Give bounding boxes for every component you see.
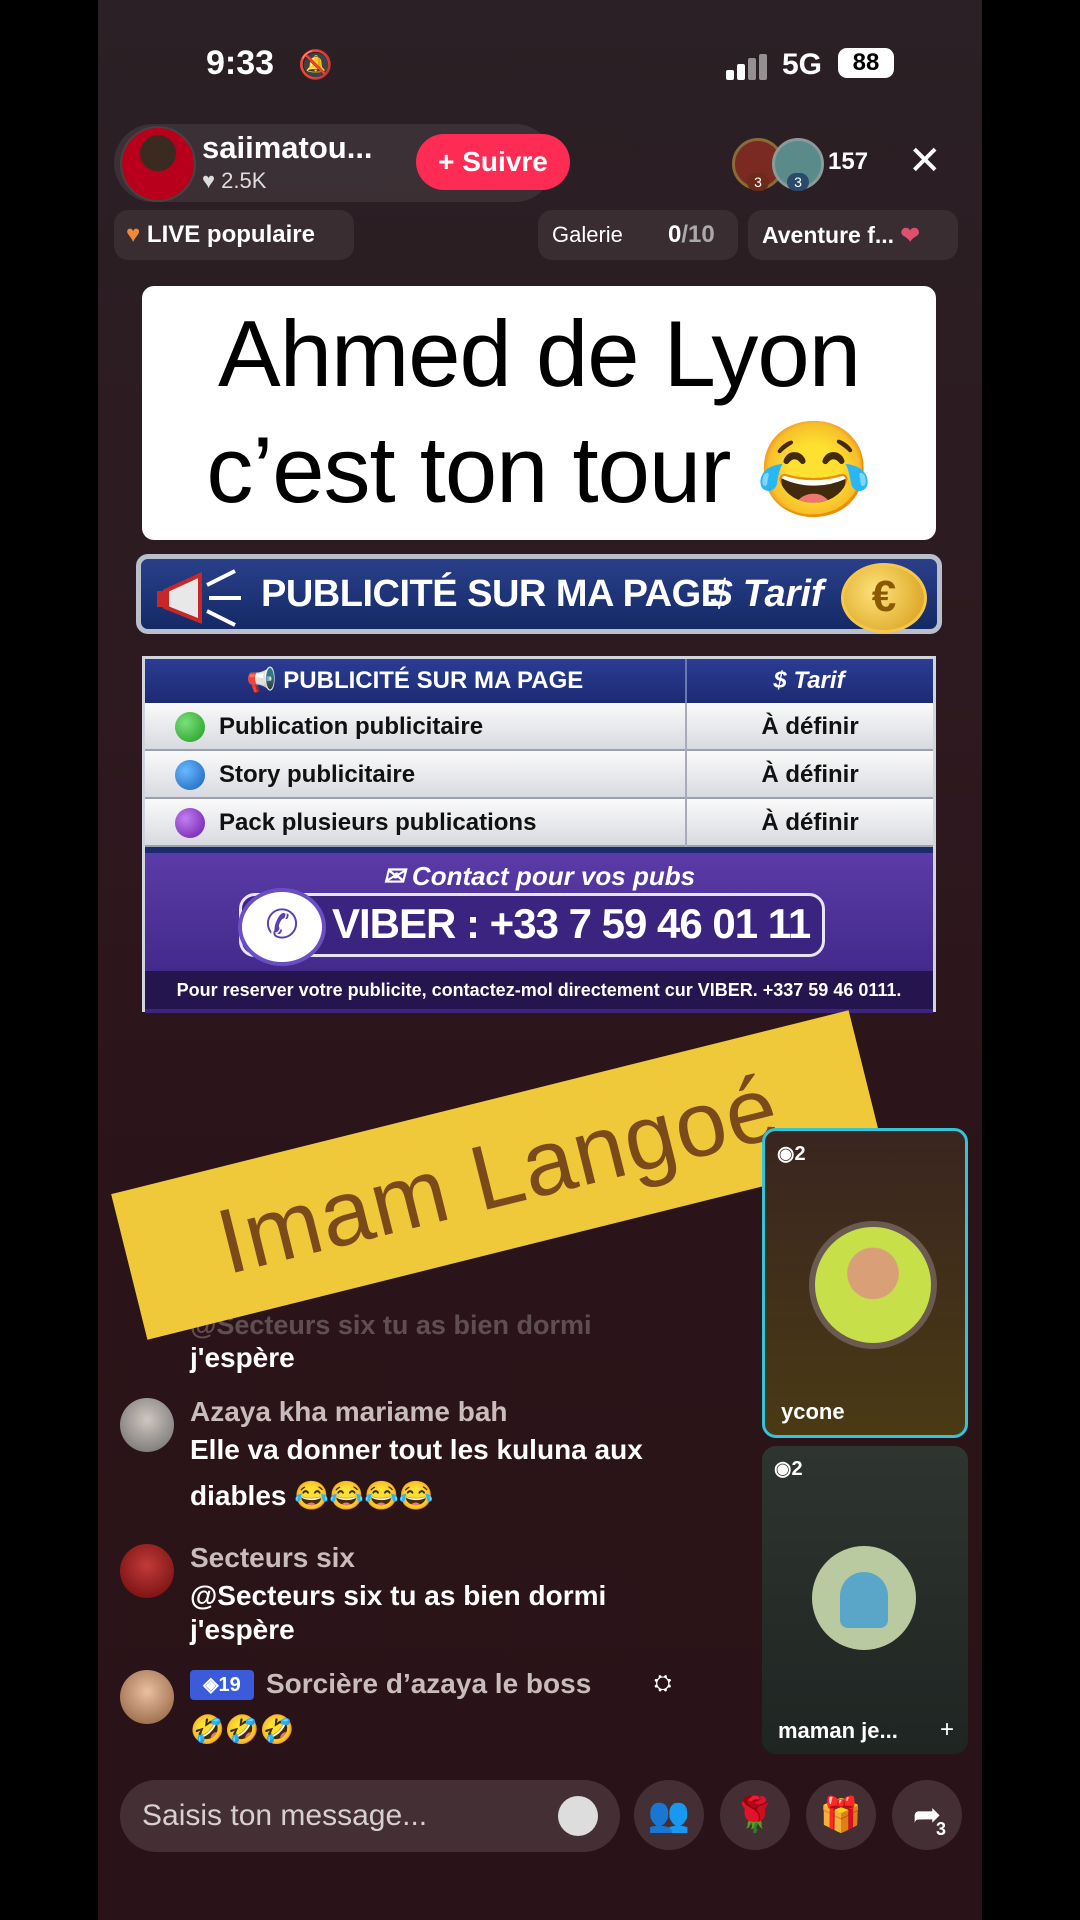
adventure-pill[interactable]: Aventure f... ❤	[748, 210, 958, 260]
adventure-label: Aventure f...	[762, 222, 895, 248]
comment-text: diables 😂😂😂😂	[190, 1480, 434, 1511]
follow-button[interactable]: + Suivre	[416, 134, 570, 190]
guest-card[interactable]: ◉2 ycone	[762, 1128, 968, 1438]
comment-text: 🤣🤣🤣	[190, 1714, 295, 1745]
heart-icon: ♥	[126, 221, 141, 248]
host-name[interactable]: saiimatou...	[202, 130, 373, 166]
row-value: À définir	[685, 799, 933, 847]
commenter-avatar[interactable]	[120, 1398, 174, 1452]
blue-dot-icon	[175, 760, 205, 790]
viewer-rank-badge: 3	[747, 173, 769, 191]
gift-icon[interactable]: 🎁	[806, 1780, 876, 1850]
viber-contact: ✆ VIBER : +33 7 59 46 01 11	[238, 888, 825, 966]
ad-footer-note: Pour reserver votre publicite, contactez…	[145, 971, 933, 1009]
ad-banner-title: PUBLICITÉ SUR MA PAGE	[261, 573, 726, 615]
megaphone-icon	[157, 569, 241, 627]
commenter-name[interactable]: Secteurs six	[190, 1542, 355, 1574]
guest-name: ycone	[781, 1399, 845, 1424]
comment-text: j'espère	[190, 1342, 295, 1373]
viber-phone-icon: ✆	[238, 888, 326, 966]
table-header: 📢 PUBLICITÉ SUR MA PAGE $ Tarif	[145, 659, 933, 703]
caption-overlay: Ahmed de Lyon c’est ton tour 😂	[142, 286, 936, 540]
live-popular-label: LIVE populaire	[146, 221, 315, 248]
ad-banner: PUBLICITÉ SUR MA PAGE $ Tarif €	[136, 554, 942, 634]
network-type: 5G	[782, 48, 823, 81]
guest-card[interactable]: ◉2 maman je... +	[762, 1446, 968, 1754]
guest-level-badge: ◉2	[774, 1458, 803, 1480]
message-input[interactable]: Saisis ton message...	[120, 1780, 620, 1852]
guest-avatar[interactable]	[812, 1546, 916, 1650]
status-time: 9:33	[206, 44, 275, 82]
commenter-avatar[interactable]	[120, 1544, 174, 1598]
row-value: À définir	[685, 751, 933, 799]
host-likes: ♥ 2.5K	[202, 168, 267, 193]
table-row: Story publicitaire À définir	[145, 751, 933, 799]
comment-text: Elle va donner tout les kuluna aux	[190, 1434, 643, 1465]
gallery-label: Galerie	[552, 222, 623, 247]
emoji-icon[interactable]	[558, 1796, 598, 1836]
guest-avatar[interactable]	[809, 1221, 937, 1349]
caption-line: c’est ton tour 😂	[206, 417, 872, 522]
multi-guest-icon[interactable]: 👥	[634, 1780, 704, 1850]
host-avatar[interactable]	[120, 126, 196, 202]
live-stream-screen: 9:33 🔕 5G 88 saiimatou... ♥ 2.5K + Suivr…	[98, 0, 982, 1920]
signal-icon	[726, 54, 770, 80]
gallery-count: 0/10	[668, 221, 715, 248]
contact-block: ✉ Contact pour vos pubs ✆ VIBER : +33 7 …	[145, 853, 933, 1013]
row-label: Publication publicitaire	[219, 713, 484, 740]
battery-icon: 88	[838, 48, 894, 78]
row-value: À définir	[685, 703, 933, 751]
table-row: Pack plusieurs publications À définir	[145, 799, 933, 847]
commenter-name[interactable]: Azaya kha mariame bah	[190, 1396, 508, 1428]
comment-text: j'espère	[190, 1614, 295, 1645]
table-header-service: 📢 PUBLICITÉ SUR MA PAGE	[145, 659, 687, 703]
row-label: Pack plusieurs publications	[219, 809, 537, 836]
viber-number: VIBER : +33 7 59 46 01 11	[332, 900, 811, 947]
share-count: 3	[936, 1819, 947, 1839]
caption-line: Ahmed de Lyon	[218, 301, 861, 406]
gallery-pill[interactable]: Galerie 0/10	[538, 210, 738, 260]
team-icon: ⛭	[654, 1670, 672, 1695]
viewer-avatar[interactable]: 3	[772, 138, 824, 191]
commenter-avatar[interactable]	[120, 1670, 174, 1724]
table-header-tarif: $ Tarif	[773, 667, 845, 694]
rose-gift-icon[interactable]: 🌹	[720, 1780, 790, 1850]
close-icon[interactable]: ✕	[908, 138, 942, 184]
guest-level-badge: ◉2	[777, 1143, 806, 1165]
level-badge: ◈19	[190, 1670, 254, 1700]
live-popular-badge[interactable]: ♥ LIVE populaire	[114, 210, 354, 260]
table-row: Publication publicitaire À définir	[145, 703, 933, 751]
bell-muted-icon: 🔕	[298, 49, 333, 80]
contact-line: ✉ Contact pour vos pubs	[382, 861, 696, 891]
green-dot-icon	[175, 712, 205, 742]
gift-heart-icon: ❤	[900, 222, 920, 248]
viewer-rank-badge: 3	[787, 173, 809, 191]
row-label: Story publicitaire	[219, 761, 416, 788]
coin-icon: €	[841, 563, 927, 633]
commenter-name[interactable]: Sorcière d’azaya le boss	[266, 1668, 591, 1700]
add-icon[interactable]: +	[940, 1716, 954, 1744]
viewer-count[interactable]: 157	[828, 148, 868, 176]
ad-banner-tarif: $ Tarif	[711, 573, 824, 615]
purple-dot-icon	[175, 808, 205, 838]
share-icon[interactable]: ➦ 3	[892, 1780, 962, 1850]
ad-pricing-table: 📢 PUBLICITÉ SUR MA PAGE $ Tarif Publicat…	[142, 656, 936, 1013]
guest-name: maman je...	[778, 1718, 898, 1743]
